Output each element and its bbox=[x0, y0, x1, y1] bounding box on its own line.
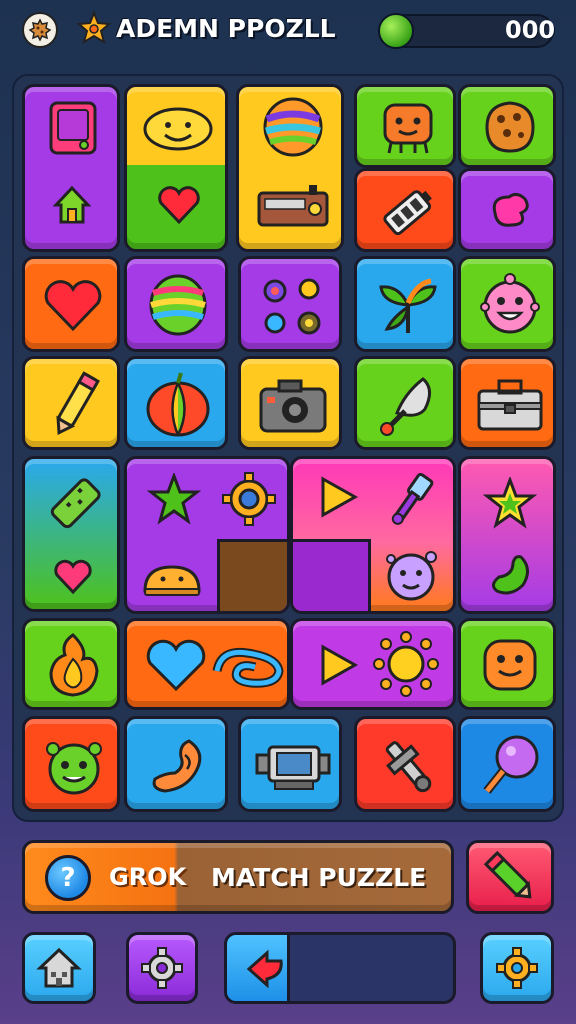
tile-robot[interactable] bbox=[354, 84, 456, 168]
star-icon bbox=[147, 473, 201, 525]
tile-heart[interactable] bbox=[22, 256, 120, 352]
bun-icon bbox=[141, 559, 203, 601]
tile-bell[interactable] bbox=[354, 356, 456, 450]
candy-icon bbox=[45, 471, 105, 537]
tile-camera[interactable] bbox=[238, 356, 342, 450]
tile-flame[interactable] bbox=[22, 618, 120, 710]
tile-play-key[interactable] bbox=[290, 456, 456, 614]
play-icon bbox=[315, 643, 359, 687]
tile-wrench[interactable] bbox=[354, 716, 456, 812]
progress-fill bbox=[227, 935, 291, 1001]
tile-ear[interactable] bbox=[124, 716, 228, 812]
blob-icon bbox=[487, 187, 533, 233]
header: ADEMN PPOZLL 000 bbox=[0, 0, 576, 66]
options-button[interactable] bbox=[480, 932, 554, 1004]
settings-button[interactable] bbox=[126, 932, 198, 1004]
key-icon bbox=[383, 469, 439, 531]
robot-icon bbox=[377, 99, 439, 159]
bell-icon bbox=[375, 369, 441, 439]
tile-projector[interactable] bbox=[238, 716, 342, 812]
toolbox-icon bbox=[475, 375, 545, 435]
gear-icon bbox=[221, 471, 277, 527]
tile-star-bean[interactable] bbox=[458, 456, 556, 614]
tile-star-gear[interactable] bbox=[124, 456, 290, 614]
swirl-icon bbox=[211, 641, 285, 691]
tile-cookie[interactable] bbox=[458, 84, 556, 168]
battery-icon bbox=[377, 181, 439, 243]
cookie-icon bbox=[28, 18, 52, 42]
tile-heart-swirl[interactable] bbox=[124, 618, 290, 710]
tile-candy-heart[interactable] bbox=[22, 456, 120, 612]
pencil-icon bbox=[483, 850, 532, 899]
puzzle-star-icon bbox=[74, 10, 114, 50]
frog-icon bbox=[41, 733, 107, 799]
grok-label: GROK bbox=[109, 863, 187, 891]
house-icon bbox=[53, 185, 91, 225]
gear-icon bbox=[141, 947, 183, 989]
empty-slot bbox=[293, 539, 371, 611]
leaf-icon bbox=[373, 273, 443, 339]
tile-gadgets[interactable] bbox=[238, 256, 342, 352]
tile-ball-radio[interactable] bbox=[236, 84, 344, 252]
back-button[interactable] bbox=[22, 12, 58, 48]
tile-pumpkin[interactable] bbox=[124, 356, 228, 450]
tile-toolbox[interactable] bbox=[458, 356, 556, 450]
wrench-icon bbox=[375, 733, 441, 799]
empty-slot bbox=[217, 539, 287, 611]
tile-blob[interactable] bbox=[458, 168, 556, 252]
radio-icon bbox=[255, 183, 331, 229]
heart-icon bbox=[53, 559, 93, 595]
tile-leaf[interactable] bbox=[354, 256, 456, 352]
bean-icon bbox=[487, 551, 535, 599]
heart-icon bbox=[145, 637, 207, 693]
ear-icon bbox=[145, 733, 211, 799]
striped-ball-icon bbox=[147, 273, 209, 337]
page-title: ADEMN PPOZLL bbox=[116, 14, 336, 43]
face-icon bbox=[479, 635, 541, 695]
tile-battery[interactable] bbox=[354, 168, 456, 252]
home-icon bbox=[36, 947, 82, 988]
tile-play-sun[interactable] bbox=[290, 618, 456, 710]
tile-striped-ball[interactable] bbox=[124, 256, 228, 352]
creature-icon bbox=[379, 543, 443, 607]
action-bar: ? GROK MATCH PUZZLE bbox=[22, 840, 454, 914]
help-button[interactable]: ? bbox=[45, 855, 91, 901]
arrow-icon bbox=[246, 949, 283, 989]
tile-pencil[interactable] bbox=[22, 356, 120, 450]
sun-icon bbox=[373, 631, 439, 697]
match-puzzle-label: MATCH PUZZLE bbox=[211, 863, 427, 892]
tile-mirror[interactable] bbox=[458, 716, 556, 812]
score-value: 000 bbox=[505, 16, 556, 44]
tile-tablet-house[interactable] bbox=[22, 84, 120, 252]
tile-frog[interactable] bbox=[22, 716, 120, 812]
progress-slider[interactable] bbox=[224, 932, 456, 1004]
pencil-icon bbox=[47, 369, 103, 441]
tile-face[interactable] bbox=[458, 618, 556, 710]
projector-icon bbox=[255, 737, 331, 795]
home-button[interactable] bbox=[22, 932, 96, 1004]
gadgets-icon bbox=[255, 271, 331, 341]
smiley-icon bbox=[141, 105, 215, 153]
play-icon bbox=[315, 475, 359, 519]
heart-icon bbox=[43, 279, 103, 333]
cookie-icon bbox=[481, 97, 539, 157]
mirror-icon bbox=[477, 731, 543, 801]
flame-icon bbox=[43, 631, 105, 701]
heart-icon bbox=[157, 185, 201, 225]
striped-ball-icon bbox=[261, 95, 325, 159]
tile-smiley-heart[interactable] bbox=[124, 84, 228, 252]
pumpkin-icon bbox=[143, 369, 213, 439]
monster-icon bbox=[477, 269, 543, 339]
gear-icon bbox=[496, 947, 538, 989]
pencil-button[interactable] bbox=[466, 840, 554, 914]
tile-monster[interactable] bbox=[458, 256, 556, 352]
star-icon bbox=[483, 477, 537, 529]
camera-icon bbox=[257, 377, 329, 435]
tablet-icon bbox=[47, 101, 99, 157]
score-orb bbox=[378, 13, 414, 49]
